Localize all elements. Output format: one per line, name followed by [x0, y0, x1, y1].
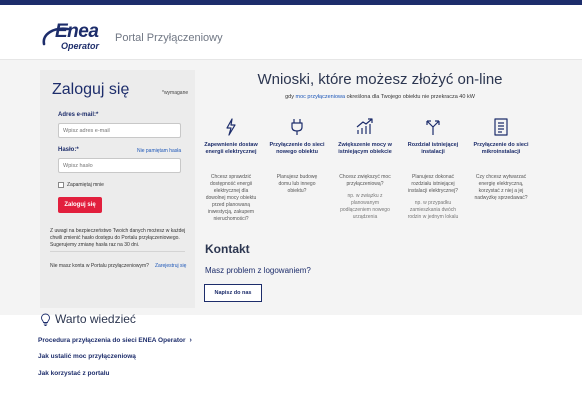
enea-operator-logo[interactable]: Enea Operator	[40, 22, 100, 58]
login-panel: Zaloguj się *wymagane Adres e-mail:* Has…	[40, 70, 195, 308]
option-title: Przyłączenie do sieci mikroinstalacji	[473, 142, 529, 155]
application-option-microinstallation[interactable]: Przyłączenie do sieci mikroinstalacji Cz…	[470, 118, 532, 230]
info-section-title: Warto wiedzieć	[55, 312, 136, 326]
subtitle-post: określona dla Twojego obiektu nie przekr…	[346, 94, 475, 100]
remember-me[interactable]: Zapamiętaj mnie	[58, 182, 104, 188]
lightbulb-icon	[41, 313, 50, 326]
info-section-header: Warto wiedzieć	[40, 312, 136, 326]
contact-question: Masz problem z logowaniem?	[205, 266, 311, 275]
option-title: Zapewnienie dostaw energii elektrycznej	[204, 142, 258, 155]
option-title: Przyłączenie do sieci nowego obiektu	[269, 142, 325, 155]
option-title: Rozdział istniejącej instalacji	[407, 142, 459, 155]
application-option-split-installation[interactable]: Rozdział istniejącej instalacji Planujes…	[402, 118, 464, 230]
password-label: Hasło:*	[58, 147, 79, 153]
application-types: Zapewnienie dostaw energii elektrycznej …	[200, 118, 540, 230]
login-title: Zaloguj się	[52, 81, 130, 98]
option-description: Chcesz sprawdzić dostępność energii elek…	[205, 174, 257, 222]
contact-title: Kontakt	[205, 242, 250, 256]
login-divider	[50, 251, 185, 252]
option-description: Planujesz budowę domu lub innego obiektu…	[276, 174, 318, 194]
subtitle-pre: gdy	[285, 94, 294, 100]
password-field[interactable]	[58, 158, 181, 173]
email-label: Adres e-mail:*	[58, 112, 99, 118]
portal-title: Portal Przyłączeniowy	[115, 32, 223, 44]
lightning-icon	[226, 118, 236, 136]
split-arrows-icon	[426, 120, 440, 135]
option-description-main: Chcesz zwiększyć moc przyłączeniową?	[339, 174, 391, 187]
login-button[interactable]: Zaloguj się	[58, 197, 102, 213]
plug-icon	[291, 119, 303, 135]
option-description: Chcesz zwiększyć moc przyłączeniową? np.…	[338, 174, 392, 221]
password-notice: Z uwagi na bezpieczeństwo Twoich danych …	[50, 228, 186, 248]
document-icon	[494, 118, 508, 136]
forgot-password-link[interactable]: Nie pamiętam hasła	[137, 148, 181, 154]
no-account-text: Nie masz konta w Portalu przyłączeniowym…	[50, 263, 149, 269]
remember-checkbox[interactable]	[58, 182, 64, 188]
register-link[interactable]: Zarejestruj się	[155, 263, 186, 269]
site-header: Enea Operator Portal Przyłączeniowy	[0, 5, 582, 60]
logo-sub-text: Operator	[61, 41, 100, 51]
info-link-portal-usage[interactable]: Jak korzystać z portalu	[38, 370, 110, 377]
option-description-main: Planujesz dokonać rozdziału istniejącej …	[408, 174, 458, 194]
application-option-new-object[interactable]: Przyłączenie do sieci nowego obiektu Pla…	[266, 118, 328, 230]
info-link-power[interactable]: Jak ustalić moc przyłączeniową	[38, 353, 136, 360]
page-title: Wnioski, które możesz złożyć on-line	[257, 71, 503, 88]
option-description: Planujesz dokonać rozdziału istniejącej …	[406, 174, 460, 221]
option-description: Czy chcesz wytwarzać energię elektryczną…	[474, 174, 528, 201]
application-option-supply[interactable]: Zapewnienie dostaw energii elektrycznej …	[200, 118, 262, 230]
required-note: *wymagane	[162, 90, 189, 96]
connection-power-link[interactable]: moc przyłączeniowa	[296, 94, 346, 100]
chart-up-icon	[356, 118, 373, 134]
option-description-example: np. w przypadku zamieszkania dwóch rodzi…	[407, 200, 459, 220]
chevron-right-icon: ›	[189, 337, 192, 344]
remember-label: Zapamiętaj mnie	[67, 182, 104, 188]
logo-main-text: Enea	[55, 21, 99, 42]
option-title: Zwiększenie mocy w istniejącym obiekcie	[338, 142, 392, 155]
info-link-label: Procedura przyłączenia do sieci ENEA Ope…	[38, 337, 186, 344]
email-field[interactable]	[58, 123, 181, 138]
option-description-example: np. w związku z planowanym podłączeniem …	[340, 193, 390, 220]
info-link-procedure[interactable]: Procedura przyłączenia do sieci ENEA Ope…	[38, 337, 192, 344]
page-subtitle: gdy moc przyłączeniowa określona dla Two…	[220, 94, 540, 100]
write-to-us-button[interactable]: Napisz do nas	[204, 284, 262, 302]
application-option-increase-power[interactable]: Zwiększenie mocy w istniejącym obiekcie …	[334, 118, 396, 230]
